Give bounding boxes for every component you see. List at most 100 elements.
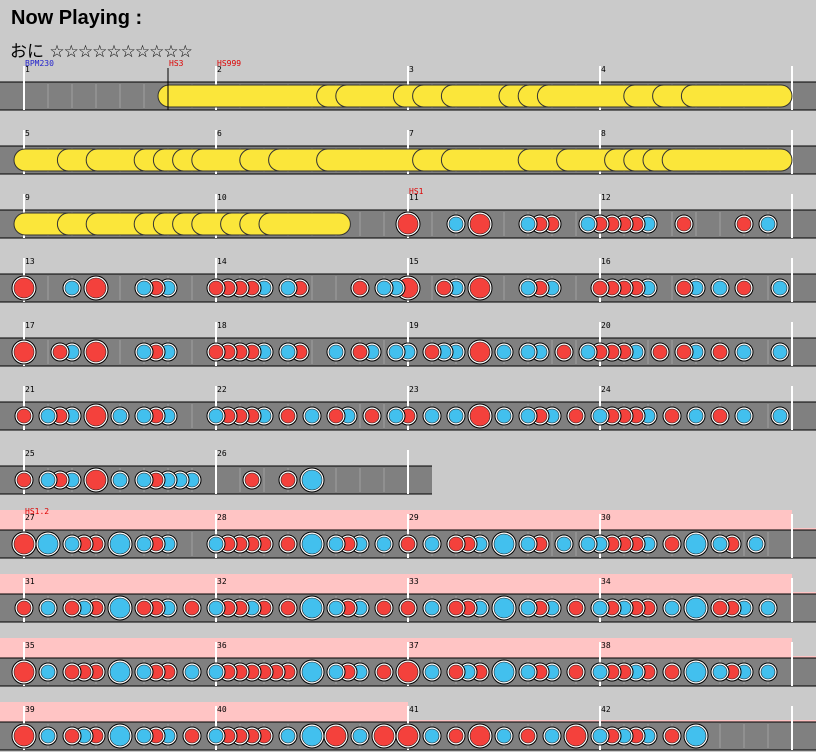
ka-note (388, 344, 404, 360)
ka-note (64, 280, 80, 296)
big-ka-note (685, 597, 707, 619)
don-note (184, 728, 200, 744)
ka-note (112, 472, 128, 488)
don-note (352, 344, 368, 360)
measure-number: 3 (409, 65, 414, 74)
measure-number: 39 (25, 705, 35, 714)
ka-note (592, 728, 608, 744)
ka-note (580, 536, 596, 552)
big-ka-note (685, 725, 707, 747)
measure-number: 40 (217, 705, 227, 714)
big-don-note (469, 341, 491, 363)
ka-note (328, 664, 344, 680)
speed-marker-label: HS1 (409, 187, 424, 196)
ka-note (136, 536, 152, 552)
speed-marker-label: HS1.2 (25, 507, 49, 516)
measure-number: 14 (217, 257, 227, 266)
ka-note (760, 600, 776, 616)
measure-number: 6 (217, 129, 222, 138)
ka-note (520, 280, 536, 296)
don-note (184, 600, 200, 616)
ka-note (40, 664, 56, 680)
measure-number: 25 (25, 449, 35, 458)
roll-note (13, 148, 793, 172)
don-note (136, 600, 152, 616)
ka-note (496, 408, 512, 424)
don-note (208, 280, 224, 296)
don-note (280, 408, 296, 424)
ka-note (580, 216, 596, 232)
measure-number: 19 (409, 321, 419, 330)
big-ka-note (493, 597, 515, 619)
measure-number: 35 (25, 641, 35, 650)
big-don-note (85, 405, 107, 427)
measure-number: 24 (601, 385, 611, 394)
ka-note (136, 280, 152, 296)
measure-number: 13 (25, 257, 35, 266)
don-note (208, 344, 224, 360)
big-don-note (85, 469, 107, 491)
ka-note (520, 344, 536, 360)
don-note (424, 344, 440, 360)
don-note (280, 536, 296, 552)
don-note (448, 536, 464, 552)
don-note (664, 536, 680, 552)
ka-note (208, 536, 224, 552)
measure-number: 18 (217, 321, 227, 330)
don-note (448, 600, 464, 616)
measure-number: 16 (601, 257, 611, 266)
ka-note (772, 408, 788, 424)
measure-number: 23 (409, 385, 419, 394)
ka-note (664, 600, 680, 616)
ka-note (712, 280, 728, 296)
don-note (376, 600, 392, 616)
ka-note (520, 536, 536, 552)
don-note (736, 216, 752, 232)
ka-note (424, 728, 440, 744)
ka-note (712, 536, 728, 552)
big-ka-note (109, 597, 131, 619)
big-don-note (397, 213, 419, 235)
measure-number: 38 (601, 641, 611, 650)
don-note (448, 664, 464, 680)
big-ka-note (109, 661, 131, 683)
ka-note (424, 664, 440, 680)
branch-strip (0, 510, 792, 528)
ka-note (64, 536, 80, 552)
big-ka-note (109, 725, 131, 747)
measure-number: 31 (25, 577, 35, 586)
don-note (244, 472, 260, 488)
don-note (664, 728, 680, 744)
measure-number: 29 (409, 513, 419, 522)
big-don-note (13, 341, 35, 363)
ka-note (40, 472, 56, 488)
measure-number: 32 (217, 577, 227, 586)
speed-marker-label: BPM230 (25, 59, 54, 68)
ka-note (280, 344, 296, 360)
branch-strip (0, 574, 792, 592)
big-don-note (13, 661, 35, 683)
big-don-note (13, 533, 35, 555)
big-don-note (469, 405, 491, 427)
big-don-note (13, 725, 35, 747)
don-note (64, 728, 80, 744)
don-note (520, 728, 536, 744)
don-note (364, 408, 380, 424)
ka-note (388, 408, 404, 424)
don-note (280, 472, 296, 488)
measure-number: 12 (601, 193, 611, 202)
big-ka-note (301, 597, 323, 619)
ka-note (136, 728, 152, 744)
ka-note (424, 408, 440, 424)
ka-note (736, 344, 752, 360)
don-note (712, 408, 728, 424)
big-ka-note (493, 661, 515, 683)
don-note (568, 408, 584, 424)
big-don-note (469, 213, 491, 235)
ka-note (424, 600, 440, 616)
measure-number: 17 (25, 321, 35, 330)
big-ka-note (301, 469, 323, 491)
ka-note (40, 408, 56, 424)
don-note (64, 664, 80, 680)
ka-note (496, 728, 512, 744)
